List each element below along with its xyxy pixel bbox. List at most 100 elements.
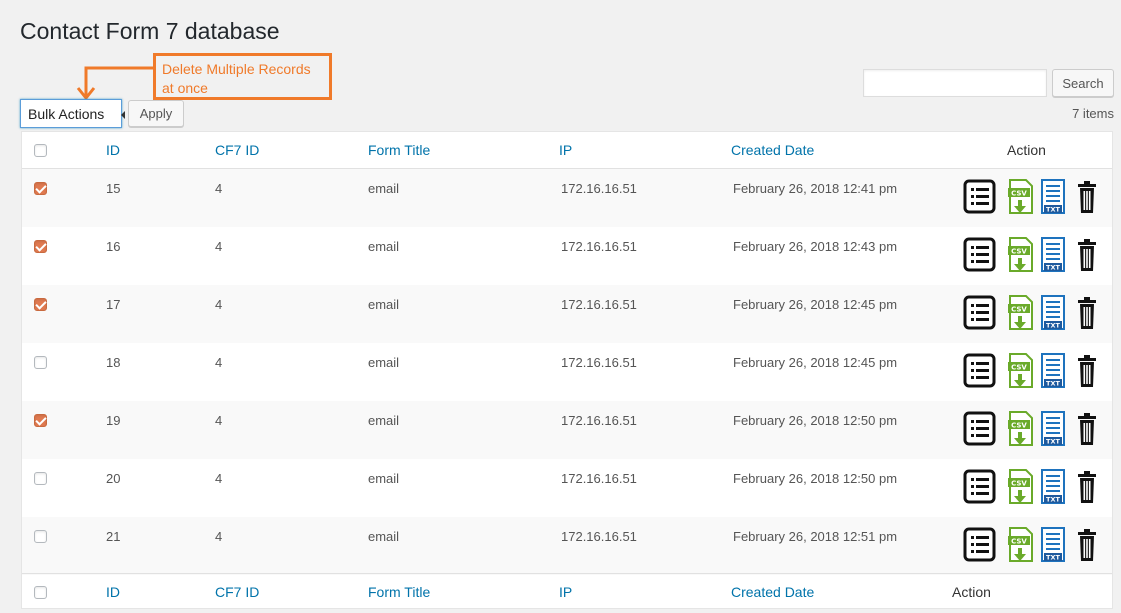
txt-download-icon[interactable]: TXT: [1040, 295, 1066, 331]
txt-download-icon[interactable]: TXT: [1040, 411, 1066, 447]
column-header-cf7-id[interactable]: CF7 ID: [215, 142, 259, 158]
cell-created-date: February 26, 2018 12:50 pm: [733, 413, 898, 428]
apply-button[interactable]: Apply: [128, 100, 184, 127]
column-footer-form-title[interactable]: Form Title: [368, 584, 430, 600]
row-checkbox[interactable]: [34, 298, 47, 311]
cell-created-date: February 26, 2018 12:51 pm: [733, 529, 898, 544]
column-footer-cf7-id[interactable]: CF7 ID: [215, 584, 259, 600]
svg-text:CSV: CSV: [1011, 480, 1027, 488]
column-footer-action: Action: [952, 584, 991, 600]
column-header-form-title[interactable]: Form Title: [368, 142, 430, 158]
view-list-icon[interactable]: [963, 411, 996, 447]
trash-icon[interactable]: [1075, 411, 1099, 447]
table-row: 21 4 email 172.16.16.51 February 26, 2018 12…: [22, 517, 1112, 575]
select-all-checkbox[interactable]: [34, 144, 47, 157]
table-row: 15 4 email 172.16.16.51 February 26, 2018 12…: [22, 169, 1112, 227]
txt-download-icon[interactable]: TXT: [1040, 179, 1066, 215]
table-header-row: ID CF7 ID Form Title IP Created Date Act…: [22, 132, 1112, 169]
column-header-created-date[interactable]: Created Date: [731, 142, 814, 158]
records-table: ID CF7 ID Form Title IP Created Date Act…: [21, 131, 1113, 609]
cell-id: 15: [106, 181, 121, 196]
column-header-ip[interactable]: IP: [559, 142, 572, 158]
select-all-checkbox-footer[interactable]: [34, 586, 47, 599]
search-input[interactable]: [863, 69, 1047, 97]
items-count: 7 items: [1072, 106, 1114, 121]
view-list-icon[interactable]: [963, 237, 996, 273]
row-checkbox[interactable]: [34, 530, 47, 543]
cell-ip: 172.16.16.51: [561, 297, 637, 312]
svg-text:TXT: TXT: [1046, 264, 1060, 272]
svg-text:CSV: CSV: [1011, 306, 1027, 314]
cell-form-title: email: [368, 239, 400, 254]
cell-created-date: February 26, 2018 12:45 pm: [733, 355, 898, 370]
csv-download-icon[interactable]: CSV: [1007, 411, 1033, 447]
cell-cf7-id: 4: [215, 181, 223, 196]
cell-id: 19: [106, 413, 121, 428]
txt-download-icon[interactable]: TXT: [1040, 353, 1066, 389]
row-checkbox[interactable]: [34, 356, 47, 369]
cell-created-date: February 26, 2018 12:43 pm: [733, 239, 898, 254]
trash-icon[interactable]: [1075, 295, 1099, 331]
csv-download-icon[interactable]: CSV: [1007, 469, 1033, 505]
trash-icon[interactable]: [1075, 179, 1099, 215]
annotation-arrow-icon: [76, 66, 154, 101]
table-row: 18 4 email 172.16.16.51 February 26, 2018 12…: [22, 343, 1112, 401]
cell-created-date: February 26, 2018 12:41 pm: [733, 181, 898, 196]
view-list-icon[interactable]: [963, 527, 996, 563]
cell-cf7-id: 4: [215, 529, 223, 544]
svg-text:CSV: CSV: [1011, 248, 1027, 256]
csv-download-icon[interactable]: CSV: [1007, 179, 1033, 215]
view-list-icon[interactable]: [963, 295, 996, 331]
search-button[interactable]: Search: [1052, 69, 1114, 97]
trash-icon[interactable]: [1075, 353, 1099, 389]
cell-form-title: email: [368, 181, 400, 196]
trash-icon[interactable]: [1075, 527, 1099, 563]
dropdown-arrow-icon: [121, 111, 125, 119]
column-footer-id[interactable]: ID: [106, 584, 120, 600]
cell-form-title: email: [368, 355, 400, 370]
svg-text:CSV: CSV: [1011, 190, 1027, 198]
cell-form-title: email: [368, 471, 400, 486]
trash-icon[interactable]: [1075, 469, 1099, 505]
view-list-icon[interactable]: [963, 179, 996, 215]
csv-download-icon[interactable]: CSV: [1007, 353, 1033, 389]
svg-text:TXT: TXT: [1046, 206, 1060, 214]
cell-created-date: February 26, 2018 12:50 pm: [733, 471, 898, 486]
cell-ip: 172.16.16.51: [561, 239, 637, 254]
row-checkbox[interactable]: [34, 240, 47, 253]
svg-text:CSV: CSV: [1011, 422, 1027, 430]
svg-text:CSV: CSV: [1011, 538, 1027, 546]
svg-text:TXT: TXT: [1046, 554, 1060, 562]
trash-icon[interactable]: [1075, 237, 1099, 273]
row-checkbox[interactable]: [34, 182, 47, 195]
table-footer-row: ID CF7 ID Form Title IP Created Date Act…: [22, 573, 1112, 610]
cell-form-title: email: [368, 297, 400, 312]
cell-id: 20: [106, 471, 121, 486]
view-list-icon[interactable]: [963, 353, 996, 389]
column-footer-ip[interactable]: IP: [559, 584, 572, 600]
svg-text:TXT: TXT: [1046, 438, 1060, 446]
row-checkbox[interactable]: [34, 414, 47, 427]
csv-download-icon[interactable]: CSV: [1007, 295, 1033, 331]
txt-download-icon[interactable]: TXT: [1040, 469, 1066, 505]
view-list-icon[interactable]: [963, 469, 996, 505]
table-row: 19 4 email 172.16.16.51 February 26, 2018 12…: [22, 401, 1112, 459]
bulk-actions-select[interactable]: Bulk Actions: [20, 99, 125, 128]
cell-id: 21: [106, 529, 121, 544]
csv-download-icon[interactable]: CSV: [1007, 237, 1033, 273]
column-footer-created-date[interactable]: Created Date: [731, 584, 814, 600]
csv-download-icon[interactable]: CSV: [1007, 527, 1033, 563]
svg-text:TXT: TXT: [1046, 322, 1060, 330]
svg-text:TXT: TXT: [1046, 380, 1060, 388]
txt-download-icon[interactable]: TXT: [1040, 237, 1066, 273]
svg-text:CSV: CSV: [1011, 364, 1027, 372]
column-header-id[interactable]: ID: [106, 142, 120, 158]
cell-id: 18: [106, 355, 121, 370]
cell-created-date: February 26, 2018 12:45 pm: [733, 297, 898, 312]
txt-download-icon[interactable]: TXT: [1040, 527, 1066, 563]
table-row: 20 4 email 172.16.16.51 February 26, 2018 12…: [22, 459, 1112, 517]
column-header-action: Action: [1007, 142, 1046, 158]
bulk-actions-label: Bulk Actions: [28, 105, 105, 122]
row-checkbox[interactable]: [34, 472, 47, 485]
page-title: Contact Form 7 database: [20, 18, 280, 44]
